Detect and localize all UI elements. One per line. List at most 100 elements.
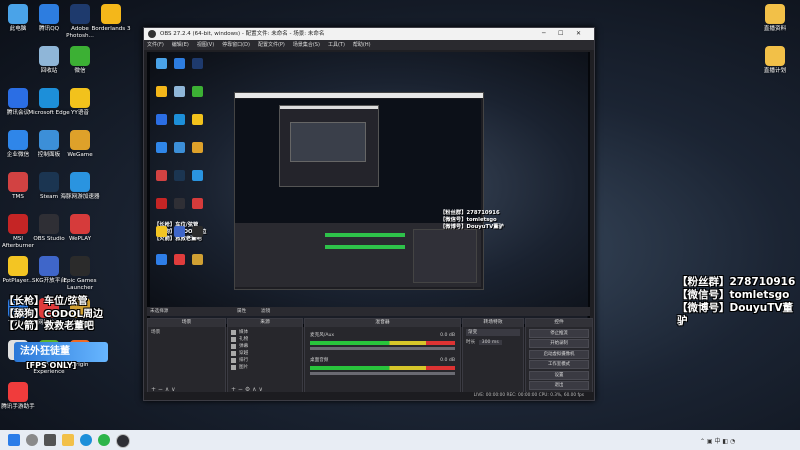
desktop-icon-label: 腾讯手游助手 xyxy=(1,404,35,410)
desktop-icon[interactable]: WeGame xyxy=(59,130,101,159)
mic-volume-slider[interactable] xyxy=(310,347,455,350)
close-icon[interactable]: ✕ xyxy=(576,28,581,40)
nested-obs-window-2 xyxy=(279,105,379,187)
wechat-text: 【微信号】tomletsgo xyxy=(677,289,790,301)
desktop-icon[interactable]: Borderlands 3 xyxy=(90,4,132,33)
maximize-icon[interactable]: ☐ xyxy=(558,28,563,40)
control-button[interactable]: 停止推流 xyxy=(529,328,589,338)
chrome-icon[interactable] xyxy=(98,434,110,446)
control-button[interactable]: 启动虚拟摄像机 xyxy=(529,349,589,359)
desktop-audio-meter xyxy=(310,366,455,370)
preview-desktop-icon xyxy=(174,226,185,237)
desktop-icon[interactable]: 海豚网游加速器 xyxy=(59,172,101,201)
source-label: 弹幕 xyxy=(239,344,249,349)
preview-desktop-icon xyxy=(156,254,167,265)
duration-label: 时长 xyxy=(466,340,476,345)
preview-desktop-icon xyxy=(192,142,203,153)
control-button[interactable]: 退出 xyxy=(529,381,589,390)
properties-button[interactable]: 属性 xyxy=(237,307,246,316)
app-icon xyxy=(70,172,90,192)
file-explorer-icon[interactable] xyxy=(62,434,74,446)
preview-desktop-icon xyxy=(192,114,203,125)
tray-icons[interactable]: ⌃ ▣ 中 ◧ ◔ xyxy=(700,436,735,445)
control-button[interactable]: 开始录制 xyxy=(529,339,589,348)
preview-desktop-icon xyxy=(156,114,167,125)
source-item[interactable]: 媒体 xyxy=(231,329,299,336)
app-icon xyxy=(8,256,28,276)
app-icon xyxy=(70,214,90,234)
desktop-volume-slider[interactable] xyxy=(310,372,455,375)
mixer-track-mic: 麦克风/Aux 0.0 dB xyxy=(307,330,458,352)
app-icon xyxy=(39,46,59,66)
gift-line-1: 【长枪】车位/弦管 xyxy=(4,296,88,307)
weibo-text: 【微博号】DouyuTV董驴 xyxy=(677,302,794,327)
source-item[interactable]: 弹幕 xyxy=(231,343,299,350)
menu-item[interactable]: 停靠窗口(D) xyxy=(222,42,250,48)
preview-desktop-icon xyxy=(174,142,185,153)
obs-preview-canvas[interactable]: 【粉丝群】278710916 【微信号】tomletsgo 【微博号】Douyu… xyxy=(147,52,590,327)
mixer-dock: 混音器 麦克风/Aux 0.0 dB 桌面音频 0.0 dB xyxy=(304,318,461,396)
mini-wechat-text: 【微信号】tomletsgo xyxy=(440,217,497,223)
transition-select[interactable]: 渐变 xyxy=(466,329,520,336)
app-icon xyxy=(39,172,59,192)
obs-titlebar[interactable]: OBS 27.2.4 (64-bit, windows) - 配置文件: 未命名… xyxy=(144,28,594,40)
obs-window-title: OBS 27.2.4 (64-bit, windows) - 配置文件: 未命名… xyxy=(160,31,325,37)
edge-icon[interactable] xyxy=(80,434,92,446)
streamer-name-badge: 法外狂徒董 xyxy=(14,342,108,362)
minimize-icon[interactable]: ─ xyxy=(542,28,546,40)
menu-item[interactable]: 工具(T) xyxy=(328,42,345,48)
filters-button[interactable]: 滤镜 xyxy=(261,307,270,316)
control-button[interactable]: 设置 xyxy=(529,370,589,380)
transitions-dock: 转场特效 渐变 时长 300 ms xyxy=(462,318,524,396)
source-item[interactable]: 礼物 xyxy=(231,336,299,343)
status-text: LIVE: 00:00:00 REC: 00:00:00 CPU: 0.3%, … xyxy=(473,393,584,398)
desktop-folder-icon[interactable]: 直播资料 xyxy=(754,4,796,33)
folder-icon xyxy=(765,4,785,24)
app-icon xyxy=(70,46,90,66)
app-icon xyxy=(39,4,59,24)
desktop-folder-icon[interactable]: 直播计划 xyxy=(754,46,796,75)
task-view-icon[interactable] xyxy=(44,434,56,446)
start-menu-icon[interactable] xyxy=(8,434,20,446)
search-icon[interactable] xyxy=(26,434,38,446)
desktop-icon[interactable]: WePLAY xyxy=(59,214,101,243)
app-icon xyxy=(8,172,28,192)
menu-item[interactable]: 配置文件(P) xyxy=(258,42,285,48)
obs-window[interactable]: OBS 27.2.4 (64-bit, windows) - 配置文件: 未命名… xyxy=(143,27,595,401)
desktop-icon-label: 直播计划 xyxy=(763,68,787,74)
menu-item[interactable]: 帮助(H) xyxy=(353,42,371,48)
menu-item[interactable]: 视图(V) xyxy=(197,42,214,48)
mic-db: 0.0 dB xyxy=(440,333,455,338)
source-label: 排行 xyxy=(239,358,249,363)
source-item[interactable]: 穿越 xyxy=(231,350,299,357)
duration-input[interactable]: 300 ms xyxy=(478,340,502,345)
menu-item[interactable]: 文件(F) xyxy=(147,42,164,48)
obs-taskbar-icon[interactable] xyxy=(116,434,130,448)
mixer-track-desktop: 桌面音频 0.0 dB xyxy=(307,355,458,377)
scene-item[interactable]: 场景 xyxy=(151,329,222,336)
controls-header: 控件 xyxy=(526,319,592,327)
app-icon xyxy=(70,4,90,24)
desktop-icon[interactable]: YY语音 xyxy=(59,88,101,117)
preview-desktop-icon xyxy=(156,86,167,97)
preview-desktop-icon xyxy=(174,86,185,97)
control-button[interactable]: 工作室模式 xyxy=(529,360,589,369)
app-icon xyxy=(8,214,28,234)
desktop-icon-label: Borderlands 3 xyxy=(91,26,131,32)
source-item[interactable]: 图片 xyxy=(231,364,299,371)
gift-line-3: 【火箭】救救老董吧 xyxy=(4,321,94,332)
source-label: 媒体 xyxy=(239,330,249,335)
source-label: 穿越 xyxy=(239,351,249,356)
preview-desktop-icon xyxy=(174,58,185,69)
app-icon xyxy=(39,214,59,234)
desktop-icon[interactable]: Epic Games Launcher xyxy=(59,256,101,291)
desktop-icon-label: 海豚网游加速器 xyxy=(60,194,100,200)
app-icon xyxy=(101,4,121,24)
desktop-icon-label: WePLAY xyxy=(68,236,92,242)
desktop-icon[interactable]: 腾讯手游助手 xyxy=(0,382,39,411)
desktop-icon[interactable]: 微信 xyxy=(59,46,101,75)
menu-item[interactable]: 编辑(E) xyxy=(172,42,189,48)
source-type-icon xyxy=(231,358,236,363)
source-item[interactable]: 排行 xyxy=(231,357,299,364)
menu-item[interactable]: 场景集合(S) xyxy=(293,42,320,48)
